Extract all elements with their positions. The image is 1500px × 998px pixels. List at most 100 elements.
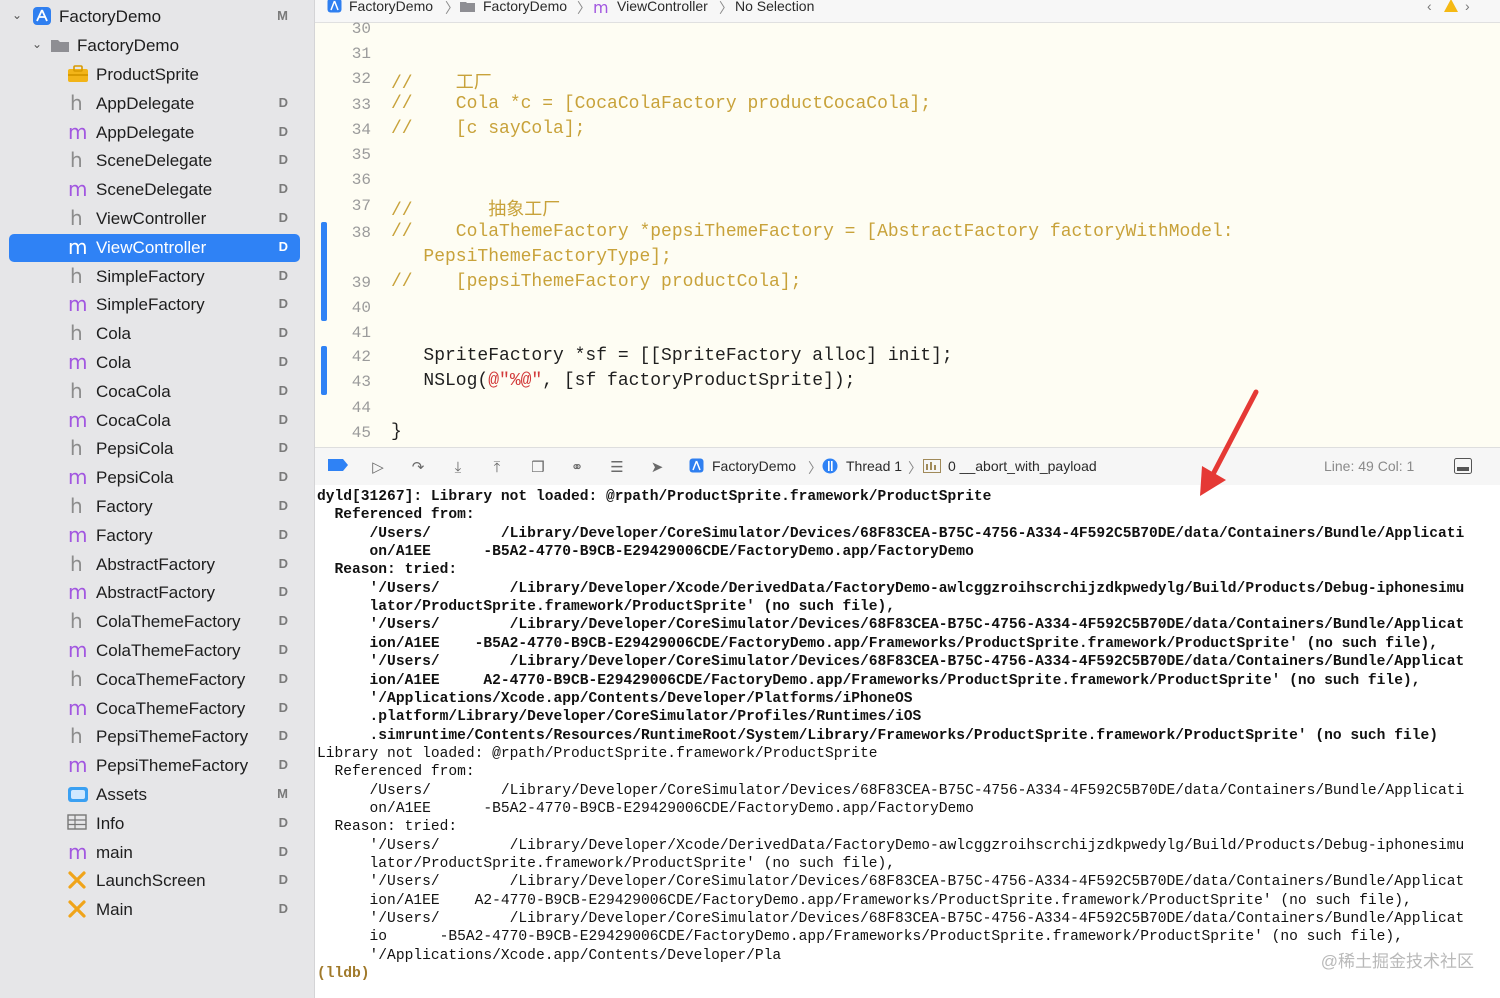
nav-item[interactable]: h PepsiCola D — [0, 434, 314, 463]
code-line[interactable]: 44 — [315, 397, 1500, 422]
code-line[interactable]: 40 — [315, 297, 1500, 322]
stack-frame-icon — [923, 458, 941, 474]
nav-item[interactable]: h PepsiThemeFactory D — [0, 722, 314, 751]
console-line: lator/ProductSprite.framework/ProductSpr… — [317, 599, 896, 616]
breadcrumb-file[interactable]: ViewController — [617, 0, 708, 14]
code-line[interactable]: 33 // Cola *c = [CocaColaFactory productC… — [315, 94, 1500, 119]
code-line[interactable]: 37 // 抽象工厂 — [315, 195, 1500, 221]
continue-icon[interactable]: ▷ — [367, 458, 389, 476]
warning-icon[interactable] — [1444, 0, 1458, 15]
step-over-icon[interactable]: ↷ — [407, 458, 429, 476]
code-text: // 抽象工厂 — [391, 201, 561, 221]
simulate-location-icon[interactable]: ➤ — [646, 458, 668, 476]
objc-m-file-icon: m — [68, 234, 88, 259]
nav-item[interactable]: m CocaThemeFactory D — [0, 694, 314, 723]
nav-item[interactable]: m main D — [0, 838, 314, 867]
string-literal: @"%@" — [488, 371, 543, 391]
breadcrumb-project[interactable]: FactoryDemo — [349, 0, 433, 14]
memory-graph-icon[interactable]: ⚭ — [566, 458, 588, 476]
objc-h-file-icon: h — [70, 724, 83, 749]
code-line[interactable]: 32 // 工厂 — [315, 68, 1500, 94]
nav-project-row[interactable]: ⌄ FactoryDemo M — [0, 2, 314, 31]
view-hierarchy-icon[interactable]: ❒ — [527, 458, 549, 476]
status-badge: D — [278, 238, 288, 254]
nav-item[interactable]: m PepsiCola D — [0, 463, 314, 492]
step-out-icon[interactable]: ⤒ — [486, 458, 508, 476]
nav-item-label: ColaThemeFactory — [96, 641, 241, 660]
nav-item[interactable]: m Factory D — [0, 521, 314, 550]
status-badge: D — [278, 181, 288, 197]
code-line[interactable]: 34 // [c sayCola]; — [315, 119, 1500, 144]
nav-group-row[interactable]: ⌄ FactoryDemo — [0, 31, 314, 60]
console-line: .platform/Library/Developer/CoreSimulato… — [317, 709, 922, 726]
nav-item[interactable]: m SceneDelegate D — [0, 175, 314, 204]
nav-item[interactable]: m Cola D — [0, 348, 314, 377]
disclosure-open-icon[interactable]: ⌄ — [12, 8, 26, 22]
code-line[interactable]: 31 — [315, 43, 1500, 68]
nav-item[interactable]: m AppDelegate D — [0, 118, 314, 147]
lldb-prompt[interactable]: (lldb) — [317, 965, 370, 983]
breadcrumb-group[interactable]: FactoryDemo — [483, 0, 567, 14]
code-editor[interactable]: FactoryDemo 〉 FactoryDemo 〉 m ViewContro… — [315, 0, 1500, 447]
status-badge: D — [278, 728, 288, 744]
code-line[interactable]: 36 — [315, 169, 1500, 194]
nav-item[interactable]: LaunchScreen D — [0, 866, 314, 895]
nav-item[interactable]: Info D — [0, 809, 314, 838]
code-line[interactable]: 35 — [315, 144, 1500, 169]
debug-thread[interactable]: Thread 1 — [846, 458, 902, 474]
nav-item-label: AbstractFactory — [96, 583, 216, 603]
back-chevron-icon[interactable]: ‹ — [1427, 0, 1432, 14]
code-line[interactable]: PepsiThemeFactoryType]; — [315, 247, 1500, 272]
code-line[interactable]: 41 — [315, 322, 1500, 347]
asset-catalog-icon — [67, 784, 88, 804]
code-line[interactable]: 38 // ColaThemeFactory *pepsiThemeFactory… — [315, 222, 1500, 247]
objc-h-file-icon: h — [70, 321, 83, 346]
nav-item[interactable]: h CocaCola D — [0, 377, 314, 406]
breadcrumb-chevron-icon: 〉 — [719, 0, 733, 16]
nav-item-label: PepsiThemeFactory — [96, 756, 249, 776]
debug-frame[interactable]: 0 __abort_with_payload — [948, 458, 1097, 474]
nav-item[interactable]: m CocaCola D — [0, 406, 314, 435]
disclosure-open-icon[interactable]: ⌄ — [32, 37, 46, 51]
status-badge: D — [278, 526, 288, 542]
nav-item[interactable]: h SimpleFactory D — [0, 262, 314, 291]
code-line[interactable]: 45} — [315, 422, 1500, 447]
nav-item[interactable]: h ViewController D — [0, 204, 314, 233]
nav-item[interactable]: h ColaThemeFactory D — [0, 607, 314, 636]
nav-item[interactable]: Assets M — [0, 780, 314, 809]
nav-item[interactable]: m PepsiThemeFactory D — [0, 751, 314, 780]
nav-item[interactable]: h Cola D — [0, 319, 314, 348]
debug-target[interactable]: FactoryDemo — [712, 458, 796, 474]
nav-item[interactable]: h Factory D — [0, 492, 314, 521]
nav-item[interactable]: Main D — [0, 895, 314, 924]
code-line[interactable]: 39 // [pepsiThemeFactory productCola]; — [315, 272, 1500, 297]
nav-item[interactable]: m SimpleFactory D — [0, 290, 314, 319]
hide-debug-area-icon[interactable] — [1452, 458, 1474, 476]
debug-console[interactable]: dyld[31267]: Library not loaded: @rpath/… — [315, 485, 1500, 998]
code-line[interactable]: 30 — [315, 18, 1500, 43]
nav-item[interactable]: h SceneDelegate D — [0, 146, 314, 175]
objc-m-file-icon: m — [68, 580, 88, 605]
nav-item[interactable]: m AbstractFactory D — [0, 578, 314, 607]
nav-item-label: CocaThemeFactory — [96, 698, 246, 718]
folder-icon — [460, 0, 475, 14]
nav-item[interactable]: h CocaThemeFactory D — [0, 665, 314, 694]
nav-item[interactable]: h AbstractFactory D — [0, 550, 314, 579]
console-line: '/Users/ /Library/Developer/Xcode/Derive… — [317, 580, 1465, 597]
environment-overrides-icon[interactable]: ☰ — [606, 458, 628, 476]
nav-item[interactable]: m ViewController D — [0, 233, 314, 262]
project-navigator: ⌄ FactoryDemo M ⌄ FactoryDemo ProductSpr… — [0, 0, 315, 998]
code-text: NSLog(@"%@", [sf factoryProductSprite]); — [391, 371, 855, 391]
code-line[interactable]: 42 SpriteFactory *sf = [[SpriteFactory a… — [315, 346, 1500, 371]
nav-item[interactable]: ProductSprite — [0, 60, 314, 89]
code-line[interactable]: 43 NSLog(@"%@", [sf factoryProductSprite… — [315, 371, 1500, 396]
forward-chevron-icon[interactable]: › — [1465, 0, 1470, 14]
nav-item[interactable]: h AppDelegate D — [0, 89, 314, 118]
step-into-icon[interactable]: ⤓ — [447, 458, 469, 476]
nav-item-label: ViewController — [96, 237, 207, 257]
nav-item[interactable]: m ColaThemeFactory D — [0, 636, 314, 665]
breadcrumb-selection[interactable]: No Selection — [735, 0, 814, 14]
status-badge: D — [278, 901, 288, 917]
code-text: // Cola *c = [CocaColaFactory productCoc… — [391, 94, 932, 114]
toggle-breakpoints-icon[interactable] — [327, 458, 349, 476]
